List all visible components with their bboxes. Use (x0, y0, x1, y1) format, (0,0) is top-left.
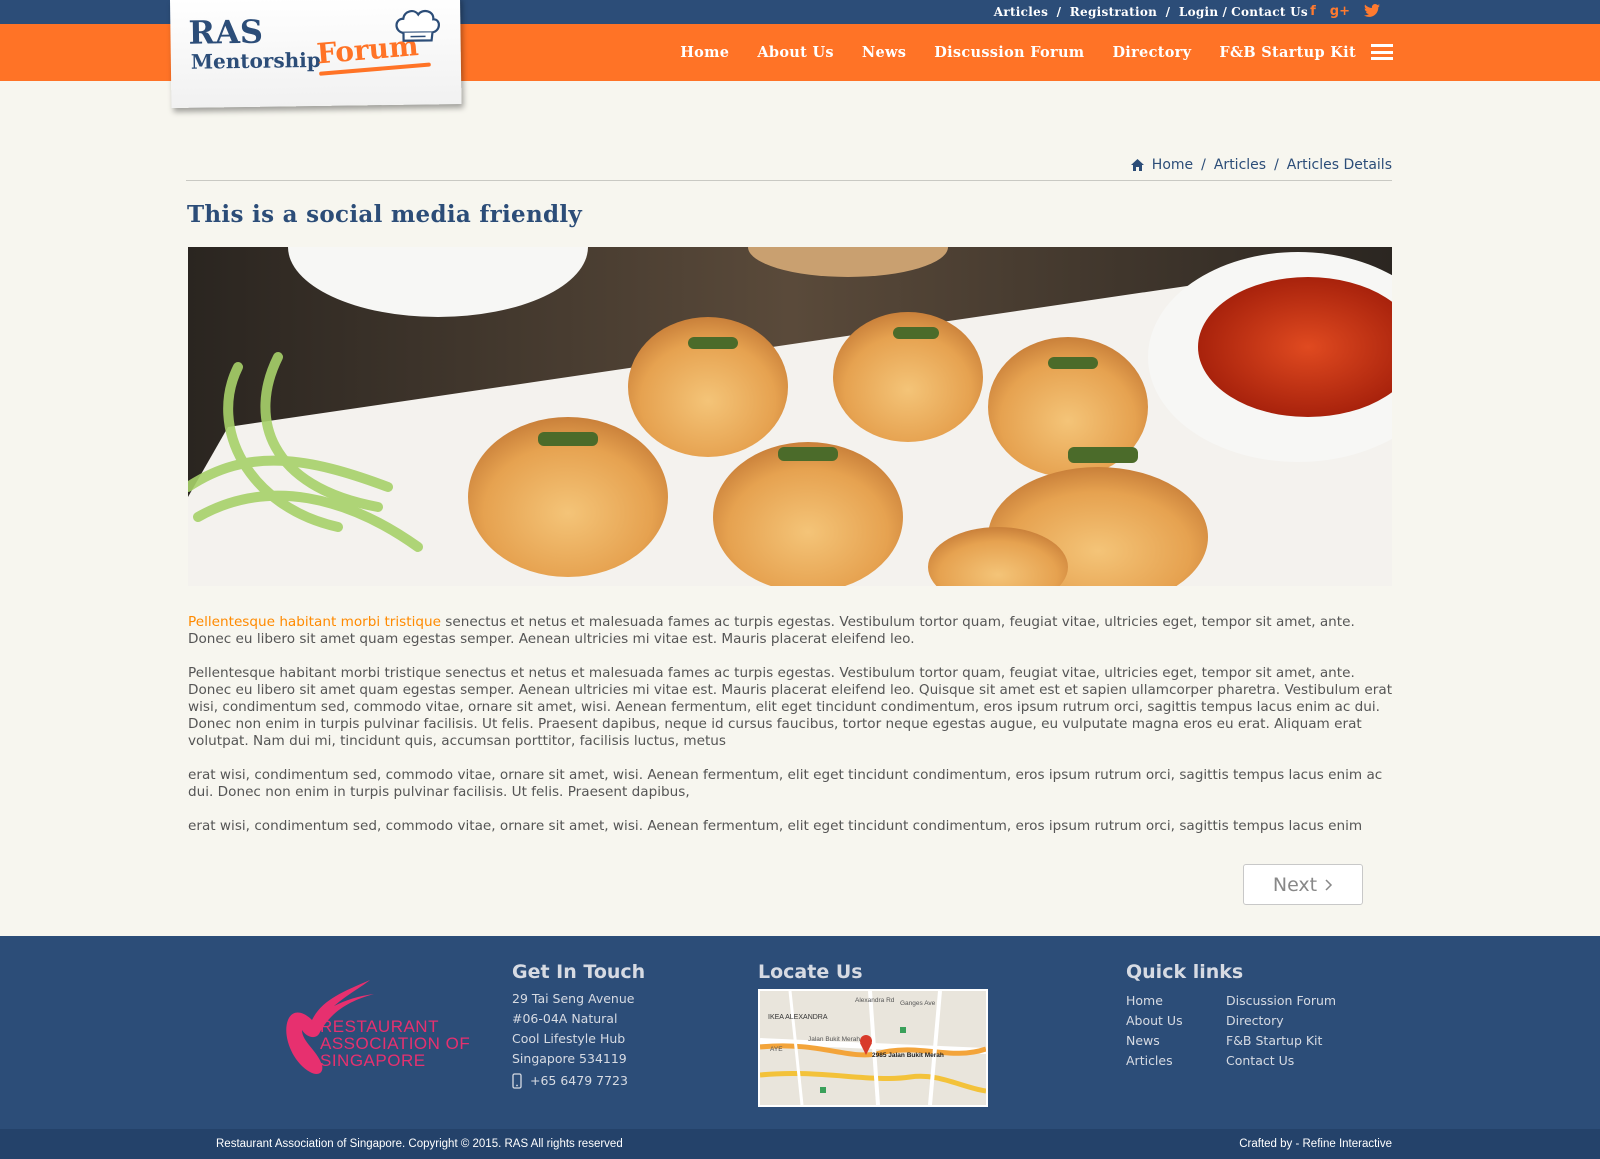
breadcrumb-divider (186, 180, 1392, 181)
next-button[interactable]: Next (1243, 864, 1363, 905)
home-icon (1130, 159, 1144, 171)
top-link-login[interactable]: Login (1179, 5, 1219, 19)
map-label-jalan-bukit-merah: Jalan Bukit Merah (808, 1036, 860, 1043)
social-links: f g+ (1310, 4, 1380, 21)
dumplings-photo (188, 247, 1392, 586)
nav-item-discussion-forum[interactable]: Discussion Forum (934, 44, 1084, 61)
quick-link-discussion-forum[interactable]: Discussion Forum (1226, 992, 1386, 1009)
nav-item-directory[interactable]: Directory (1112, 44, 1191, 61)
top-link-contact[interactable]: Contact Us (1231, 5, 1308, 19)
map-label-alexandra-rd: Alexandra Rd (855, 997, 895, 1004)
map-label-aye: AYE (770, 1046, 783, 1053)
article-highlight: Pellentesque habitant morbi tristique (188, 614, 441, 630)
quick-links: Quick links Home Discussion Forum About … (1126, 961, 1386, 1069)
map-label-ganges: Ganges Ave (900, 1000, 936, 1007)
twitter-icon[interactable] (1364, 4, 1380, 21)
logo-ras: RAS (188, 12, 264, 52)
quick-link-about[interactable]: About Us (1126, 1012, 1226, 1029)
logo-mentorship: Mentorship (190, 47, 321, 74)
quick-links-title: Quick links (1126, 961, 1244, 983)
chef-hat-icon (395, 9, 440, 42)
top-links: Articles / Registration / Login / Contact … (993, 5, 1308, 19)
get-in-touch-title: Get In Touch (512, 961, 646, 983)
top-link-registration[interactable]: Registration (1070, 5, 1157, 19)
quick-link-directory[interactable]: Directory (1226, 1012, 1386, 1029)
next-label: Next (1272, 873, 1318, 896)
nav-item-startup-kit[interactable]: F&B Startup Kit (1219, 44, 1356, 61)
article-paragraph-1: Pellentesque habitant morbi tristique se… (188, 614, 1355, 647)
article-paragraph-3: erat wisi, condimentum sed, commodo vita… (188, 767, 1383, 800)
map-label-ikea: IKEA ALEXANDRA (768, 1014, 828, 1021)
article-paragraph-2: Pellentesque habitant morbi tristique se… (188, 665, 1393, 749)
ras-org-name: RESTAURANT ASSOCIATION OF SINGAPORE (320, 1017, 471, 1070)
location-map[interactable]: IKEA ALEXANDRA Alexandra Rd Jalan Bukit … (758, 989, 988, 1107)
mobile-phone-icon (512, 1073, 522, 1089)
quick-link-news[interactable]: News (1126, 1032, 1226, 1049)
nav-item-about[interactable]: About Us (757, 44, 834, 61)
address: 29 Tai Seng Avenue #06-04A Natural Cool … (512, 989, 645, 1091)
copyright-bar: Restaurant Association of Singapore. Cop… (0, 1129, 1600, 1159)
get-in-touch: Get In Touch 29 Tai Seng Avenue #06-04A … (512, 961, 645, 1091)
phone-number[interactable]: +65 6479 7723 (530, 1071, 628, 1091)
quick-link-startup-kit[interactable]: F&B Startup Kit (1226, 1032, 1386, 1049)
nav-menu: Home About Us News Discussion Forum Dire… (680, 44, 1356, 61)
quick-link-contact[interactable]: Contact Us (1226, 1052, 1386, 1069)
article-body: Pellentesque habitant morbi tristique se… (188, 614, 1396, 852)
quick-link-articles[interactable]: Articles (1126, 1052, 1226, 1069)
google-plus-icon[interactable]: g+ (1330, 4, 1350, 21)
footer: RESTAURANT ASSOCIATION OF SINGAPORE Get … (0, 936, 1600, 1129)
facebook-icon[interactable]: f (1310, 4, 1316, 21)
hamburger-icon[interactable] (1371, 44, 1393, 60)
locate-us-title: Locate Us (758, 961, 863, 983)
top-link-articles[interactable]: Articles (994, 5, 1048, 19)
article-paragraph-4: erat wisi, condimentum sed, commodo vita… (188, 818, 1363, 834)
quick-links-list: Home Discussion Forum About Us Directory… (1126, 992, 1386, 1069)
site-logo[interactable]: RAS Mentorship Forum (170, 0, 462, 108)
quick-link-home[interactable]: Home (1126, 992, 1226, 1009)
nav-item-home[interactable]: Home (680, 44, 729, 61)
map-label-address: 2985 Jalan Bukit Merah (872, 1052, 944, 1059)
chevron-right-icon (1325, 878, 1333, 891)
locate-us: Locate Us IKEA ALEXANDRA Alexandra Rd Ja… (758, 961, 988, 1107)
copyright-text: Restaurant Association of Singapore. Cop… (216, 1138, 623, 1150)
phone: +65 6479 7723 (512, 1071, 645, 1091)
nav-item-news[interactable]: News (862, 44, 906, 61)
breadcrumb: Home / Articles / Articles Details (1130, 157, 1392, 173)
breadcrumb-home[interactable]: Home (1152, 157, 1193, 173)
credits-link[interactable]: Crafted by - Refine Interactive (1239, 1138, 1392, 1150)
breadcrumb-current: Articles Details (1286, 157, 1392, 173)
breadcrumb-articles[interactable]: Articles (1214, 157, 1266, 173)
article-title: This is a social media friendly (187, 201, 583, 228)
